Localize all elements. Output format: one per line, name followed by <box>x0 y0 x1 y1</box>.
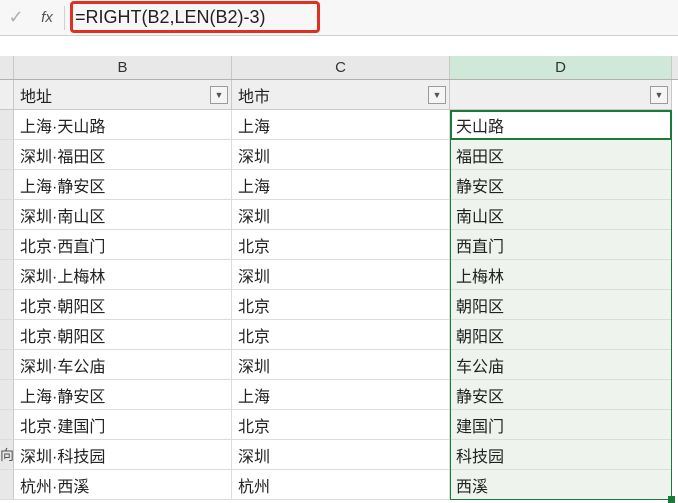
col-header-stub[interactable] <box>0 56 14 79</box>
table-row: 北京·建国门北京建国门 <box>0 410 678 440</box>
cell-city[interactable]: 上海 <box>232 110 450 140</box>
separator <box>64 6 65 30</box>
cell-result[interactable]: 上梅林 <box>450 260 672 290</box>
sheet-grid: B C D 地址 ▼ 地市 ▼ ▼ 上海·天山路上海天山路深圳·福田区深圳福田区… <box>0 56 678 500</box>
cell-result[interactable]: 科技园 <box>450 440 672 470</box>
cell-city[interactable]: 深圳 <box>232 200 450 230</box>
header-cell-address[interactable]: 地址 ▼ <box>14 80 232 110</box>
cell-city[interactable]: 北京 <box>232 230 450 260</box>
table-row: 上海·静安区上海静安区 <box>0 170 678 200</box>
chevron-down-icon: ▼ <box>433 90 442 100</box>
row-header[interactable] <box>0 260 14 290</box>
header-cell-city[interactable]: 地市 ▼ <box>232 80 450 110</box>
cell-address[interactable]: 上海·静安区 <box>14 170 232 200</box>
chevron-down-icon: ▼ <box>215 90 224 100</box>
cell-address[interactable]: 北京·西直门 <box>14 230 232 260</box>
cell-result[interactable]: 朝阳区 <box>450 290 672 320</box>
cell-city[interactable]: 深圳 <box>232 350 450 380</box>
formula-text[interactable]: =RIGHT(B2,LEN(B2)-3) <box>75 7 266 28</box>
row-header[interactable] <box>0 350 14 380</box>
cell-result[interactable]: 西直门 <box>450 230 672 260</box>
table-row: 北京·西直门北京西直门 <box>0 230 678 260</box>
cell-address[interactable]: 北京·建国门 <box>14 410 232 440</box>
cell-address[interactable]: 北京·朝阳区 <box>14 320 232 350</box>
row-header[interactable] <box>0 410 14 440</box>
cell-result[interactable]: 西溪 <box>450 470 672 500</box>
row-header[interactable] <box>0 230 14 260</box>
table-row: 北京·朝阳区北京朝阳区 <box>0 320 678 350</box>
cell-result[interactable]: 车公庙 <box>450 350 672 380</box>
col-header-C[interactable]: C <box>232 56 450 79</box>
header-label: 地址 <box>20 83 52 107</box>
formula-input-wrap[interactable]: =RIGHT(B2,LEN(B2)-3) <box>67 0 678 35</box>
table-row: 杭州·西溪杭州西溪 <box>0 470 678 500</box>
col-header-D[interactable]: D <box>450 56 672 79</box>
table-row: 深圳·车公庙深圳车公庙 <box>0 350 678 380</box>
table-row: 上海·静安区上海静安区 <box>0 380 678 410</box>
table-row: 深圳·上梅林深圳上梅林 <box>0 260 678 290</box>
cell-result[interactable]: 南山区 <box>450 200 672 230</box>
column-headers: B C D <box>0 56 678 80</box>
confirm-icon[interactable]: ✓ <box>0 7 32 28</box>
row-header[interactable]: 向 <box>0 440 14 470</box>
row-header[interactable] <box>0 200 14 230</box>
row-header[interactable] <box>0 170 14 200</box>
row-header[interactable] <box>0 380 14 410</box>
cell-address[interactable]: 深圳·南山区 <box>14 200 232 230</box>
cell-city[interactable]: 深圳 <box>232 140 450 170</box>
row-header[interactable] <box>0 320 14 350</box>
fx-button[interactable]: fx <box>32 9 62 26</box>
cell-address[interactable]: 深圳·福田区 <box>14 140 232 170</box>
cell-address[interactable]: 上海·静安区 <box>14 380 232 410</box>
cell-city[interactable]: 北京 <box>232 290 450 320</box>
cell-address[interactable]: 上海·天山路 <box>14 110 232 140</box>
table-row: 深圳·南山区深圳南山区 <box>0 200 678 230</box>
header-row: 地址 ▼ 地市 ▼ ▼ <box>0 80 678 110</box>
row-header[interactable] <box>0 110 14 140</box>
table-row: 深圳·福田区深圳福田区 <box>0 140 678 170</box>
cell-city[interactable]: 上海 <box>232 170 450 200</box>
cell-address[interactable]: 杭州·西溪 <box>14 470 232 500</box>
row-header[interactable] <box>0 140 14 170</box>
filter-button[interactable]: ▼ <box>428 86 446 104</box>
col-header-B[interactable]: B <box>14 56 232 79</box>
header-cell-result[interactable]: ▼ <box>450 80 672 110</box>
cell-city[interactable]: 杭州 <box>232 470 450 500</box>
row-header-label: 向 <box>0 445 13 465</box>
cell-city[interactable]: 深圳 <box>232 260 450 290</box>
cell-result[interactable]: 天山路 <box>450 110 672 140</box>
cell-result[interactable]: 福田区 <box>450 140 672 170</box>
cell-address[interactable]: 深圳·车公庙 <box>14 350 232 380</box>
cell-result[interactable]: 建国门 <box>450 410 672 440</box>
cell-result[interactable]: 静安区 <box>450 170 672 200</box>
cell-result[interactable]: 朝阳区 <box>450 320 672 350</box>
cell-result[interactable]: 静安区 <box>450 380 672 410</box>
filter-button[interactable]: ▼ <box>650 86 668 104</box>
table-row: 向深圳·科技园深圳科技园 <box>0 440 678 470</box>
cell-city[interactable]: 上海 <box>232 380 450 410</box>
row-header[interactable] <box>0 470 14 500</box>
cell-city[interactable]: 深圳 <box>232 440 450 470</box>
cell-address[interactable]: 北京·朝阳区 <box>14 290 232 320</box>
chevron-down-icon: ▼ <box>655 90 664 100</box>
formula-bar: ✓ fx =RIGHT(B2,LEN(B2)-3) <box>0 0 678 36</box>
row-header[interactable] <box>0 290 14 320</box>
cell-city[interactable]: 北京 <box>232 410 450 440</box>
table-row: 上海·天山路上海天山路 <box>0 110 678 140</box>
filter-button[interactable]: ▼ <box>210 86 228 104</box>
row-header-1[interactable] <box>0 80 14 110</box>
header-label: 地市 <box>238 83 270 107</box>
cell-city[interactable]: 北京 <box>232 320 450 350</box>
cell-address[interactable]: 深圳·上梅林 <box>14 260 232 290</box>
cell-address[interactable]: 深圳·科技园 <box>14 440 232 470</box>
table-row: 北京·朝阳区北京朝阳区 <box>0 290 678 320</box>
